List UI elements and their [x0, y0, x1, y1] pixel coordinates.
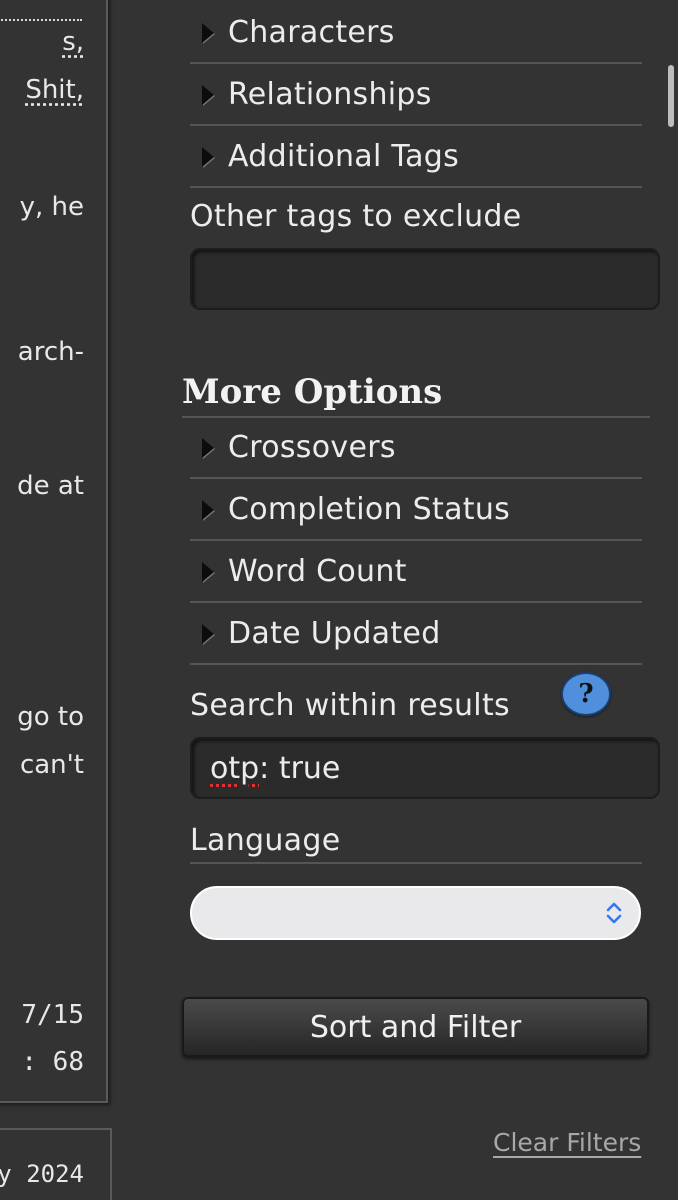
filter-group-date-updated[interactable]: Date Updated	[190, 604, 642, 665]
summary-fragment: arch-	[17, 337, 84, 367]
search-within-label: Search within results	[190, 688, 510, 723]
filter-group-crossovers[interactable]: Crossovers	[190, 418, 642, 479]
expand-triangle-icon	[202, 84, 214, 105]
summary-fragment: can't	[19, 750, 84, 780]
expand-triangle-icon	[202, 437, 214, 458]
filter-group-label: Relationships	[228, 77, 432, 112]
tag-link-fragment[interactable]: s,	[62, 27, 84, 57]
more-options-heading: More Options	[182, 372, 650, 418]
search-within-input[interactable]: otp: true	[190, 737, 660, 799]
filter-group-label: Date Updated	[228, 616, 441, 651]
filter-group-label: Crossovers	[228, 430, 396, 465]
filter-group-label: Characters	[228, 15, 395, 50]
tag-link-fragment[interactable]: Shit,	[25, 75, 84, 105]
summary-fragment: y, he	[19, 192, 84, 222]
chapters-stat: 7/15	[21, 1000, 84, 1030]
page: s, Shit, y, he arch- de at go to can't 7…	[0, 0, 678, 1200]
exclude-tags-label: Other tags to exclude	[190, 199, 522, 234]
question-mark-icon: ?	[578, 679, 594, 709]
help-button[interactable]: ?	[561, 672, 611, 716]
filter-group-additional-tags[interactable]: Additional Tags	[190, 127, 642, 188]
filter-group-completion-status[interactable]: Completion Status	[190, 480, 642, 541]
filter-group-word-count[interactable]: Word Count	[190, 542, 642, 603]
expand-triangle-icon	[202, 623, 214, 644]
work-blurb-panel: s, Shit, y, he arch- de at go to can't 7…	[0, 0, 108, 1103]
exclude-tags-input[interactable]	[190, 248, 660, 310]
filter-group-label: Completion Status	[228, 492, 511, 527]
expand-triangle-icon	[202, 146, 214, 167]
filter-group-label: Additional Tags	[228, 139, 460, 174]
language-select[interactable]	[190, 886, 641, 940]
sort-and-filter-button[interactable]: Sort and Filter	[182, 997, 649, 1057]
expand-triangle-icon	[202, 499, 214, 520]
clear-filters-link[interactable]: Clear Filters	[493, 1128, 641, 1157]
filter-group-relationships[interactable]: Relationships	[190, 65, 642, 126]
scrollbar-thumb[interactable]	[668, 65, 674, 127]
dotted-divider	[0, 19, 82, 21]
stat-fragment: : 68	[21, 1047, 84, 1077]
search-within-value: : true	[259, 750, 341, 786]
language-label: Language	[190, 823, 341, 858]
filter-group-label: Word Count	[228, 554, 407, 589]
expand-triangle-icon	[202, 561, 214, 582]
divider	[190, 862, 642, 864]
summary-fragment: de at	[17, 471, 84, 501]
misspelled-word: otp	[210, 750, 260, 786]
expand-triangle-icon	[202, 22, 214, 43]
summary-fragment: go to	[17, 702, 84, 732]
footer-date-fragment: y 2024	[0, 1160, 84, 1188]
filter-group-characters[interactable]: Characters	[190, 3, 642, 64]
select-chevron-icon	[606, 902, 622, 924]
footer-panel: y 2024	[0, 1128, 112, 1200]
